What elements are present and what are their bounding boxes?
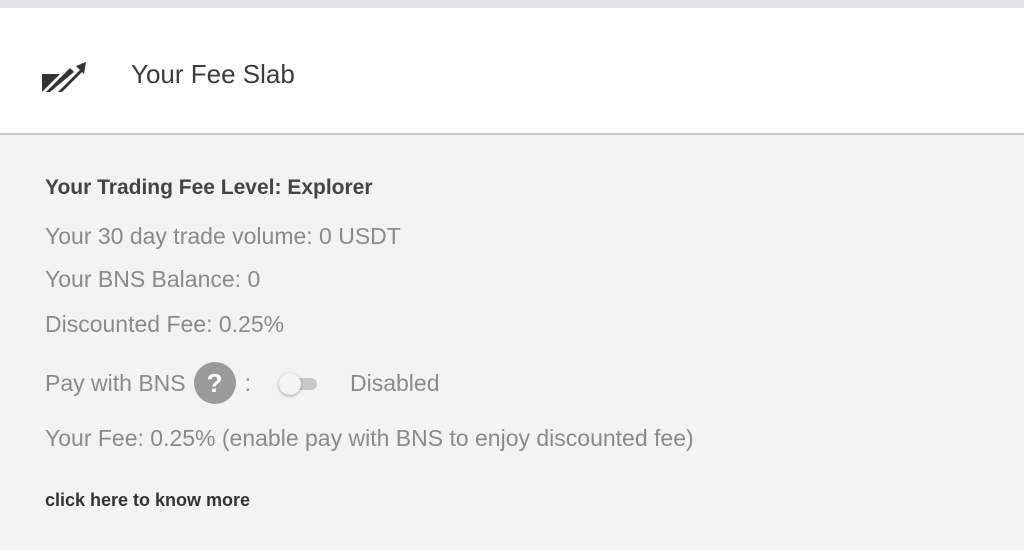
discounted-fee-text: Discounted Fee: 0.25% <box>45 311 285 337</box>
toggle-knob[interactable] <box>279 373 301 395</box>
pay-with-bns-label: Pay with BNS <box>45 370 186 396</box>
fee-panel: Your Trading Fee Level: Explorer Your 30… <box>0 135 1024 550</box>
brand-logo-icon <box>42 62 86 92</box>
know-more-link[interactable]: click here to know more <box>45 486 250 514</box>
trade-volume-text: Your 30 day trade volume: 0 USDT <box>45 223 401 249</box>
pay-with-bns-row: Pay with BNS ? : Disabled <box>45 362 440 404</box>
pay-with-bns-toggle[interactable] <box>279 373 319 395</box>
page-title: Your Fee Slab <box>131 59 295 89</box>
toggle-state-text: Disabled <box>350 370 440 396</box>
top-strip <box>0 0 1024 8</box>
bns-balance-text: Your BNS Balance: 0 <box>45 266 261 292</box>
colon-separator: : <box>244 370 251 396</box>
your-fee-text: Your Fee: 0.25% (enable pay with BNS to … <box>45 425 694 451</box>
header: Your Fee Slab <box>0 8 1024 135</box>
fee-level-text: Your Trading Fee Level: Explorer <box>45 176 373 199</box>
help-icon[interactable]: ? <box>193 362 236 404</box>
